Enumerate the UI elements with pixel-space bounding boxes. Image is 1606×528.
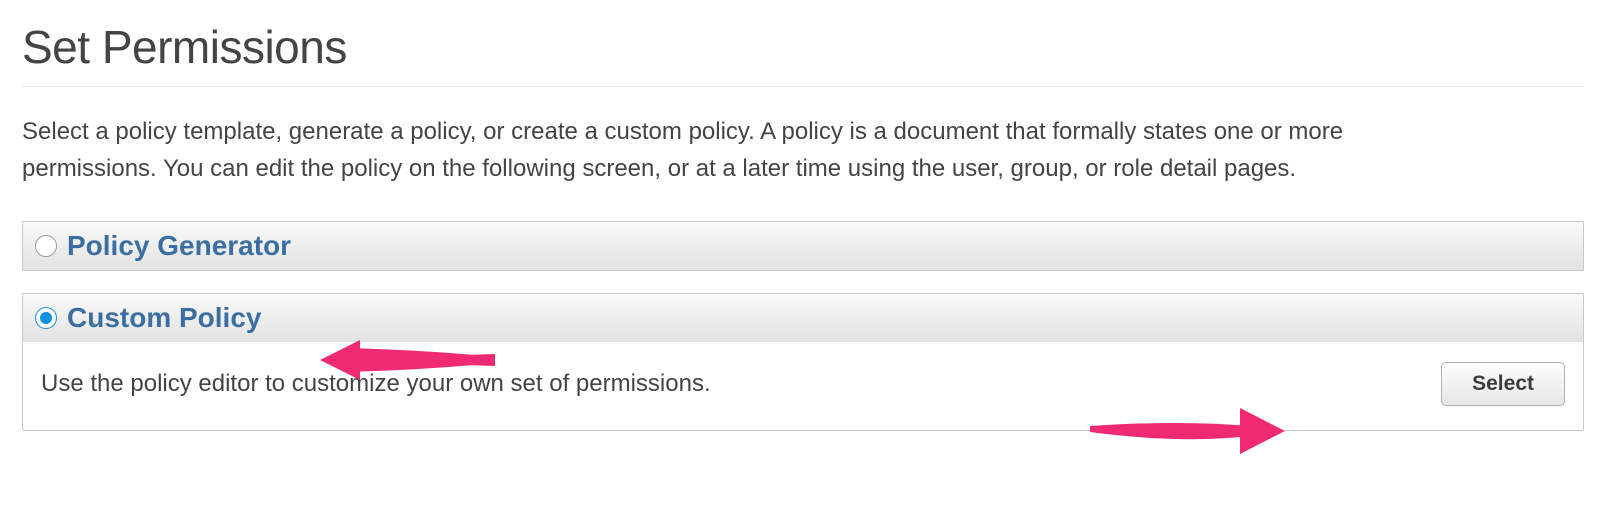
- custom-policy-description: Use the policy editor to customize your …: [41, 370, 711, 398]
- policy-generator-label: Policy Generator: [67, 230, 291, 262]
- custom-policy-header[interactable]: Custom Policy: [23, 294, 1583, 342]
- custom-policy-label: Custom Policy: [67, 302, 261, 334]
- page-title: Set Permissions: [22, 20, 1584, 74]
- select-button[interactable]: Select: [1441, 362, 1565, 406]
- title-divider: [22, 86, 1584, 87]
- policy-generator-radio[interactable]: [35, 235, 57, 257]
- custom-policy-body: Use the policy editor to customize your …: [23, 342, 1583, 430]
- intro-text: Select a policy template, generate a pol…: [22, 113, 1452, 187]
- policy-generator-header[interactable]: Policy Generator: [23, 222, 1583, 270]
- policy-generator-option: Policy Generator: [22, 221, 1584, 271]
- custom-policy-option: Custom Policy Use the policy editor to c…: [22, 293, 1584, 431]
- custom-policy-radio[interactable]: [35, 307, 57, 329]
